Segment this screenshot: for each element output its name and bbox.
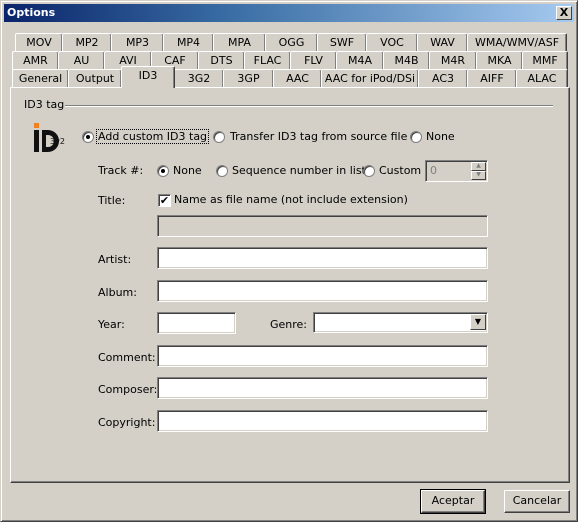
label-track-custom[interactable]: Custom: [379, 164, 421, 177]
tab-mp2[interactable]: MP2: [62, 33, 112, 52]
label-album: Album:: [98, 286, 137, 299]
tab-3gp[interactable]: 3GP: [223, 69, 274, 88]
tab-swf[interactable]: SWF: [317, 33, 367, 52]
label-title: Title:: [98, 194, 126, 207]
arrow-down-icon: ▼: [476, 171, 481, 178]
radio-mode-none[interactable]: [410, 131, 422, 143]
close-icon: X: [559, 6, 569, 19]
svg-text:3v2: 3v2: [50, 137, 65, 146]
tab-wav[interactable]: WAV: [417, 33, 468, 52]
stepper-up-button[interactable]: ▲: [471, 162, 486, 171]
chevron-down-icon: ▼: [474, 317, 482, 326]
copyright-input[interactable]: [157, 410, 488, 432]
stepper-down-button[interactable]: ▼: [471, 171, 486, 180]
tab-ac3[interactable]: AC3: [418, 69, 468, 88]
label-artist: Artist:: [98, 253, 132, 266]
label-copyright: Copyright:: [98, 416, 156, 429]
tab-m4r[interactable]: M4R: [429, 51, 477, 70]
genre-dropdown-button[interactable]: ▼: [470, 314, 486, 330]
tab-amr[interactable]: AMR: [12, 51, 59, 70]
tab-dts[interactable]: DTS: [198, 51, 245, 70]
id3v2-logo-icon: 3v2: [34, 123, 65, 152]
tab-flac[interactable]: FLAC: [244, 51, 291, 70]
label-year: Year:: [98, 318, 125, 331]
genre-select[interactable]: [313, 312, 488, 333]
track-custom-value: 0: [430, 164, 437, 177]
options-dialog: Options X MOV MP2 MP3 MP4 MPA OGG SWF VO…: [0, 0, 578, 522]
tab-output[interactable]: Output: [68, 69, 122, 88]
radio-track-none[interactable]: [157, 165, 169, 177]
tab-mka[interactable]: MKA: [476, 51, 523, 70]
tab-mmf[interactable]: MMF: [522, 51, 568, 70]
cancel-button[interactable]: Cancelar: [504, 490, 570, 513]
tab-alac[interactable]: ALAC: [516, 69, 568, 88]
radio-track-custom[interactable]: [363, 165, 375, 177]
radio-track-sequence[interactable]: [216, 165, 228, 177]
artist-input[interactable]: [157, 247, 488, 269]
accept-button[interactable]: Aceptar: [420, 489, 486, 514]
label-mode-none[interactable]: None: [426, 130, 455, 143]
label-genre: Genre:: [270, 318, 308, 331]
year-input[interactable]: [157, 312, 236, 334]
label-name-as-file[interactable]: Name as file name (not include extension…: [174, 193, 408, 206]
tab-ogg[interactable]: OGG: [265, 33, 318, 52]
tab-mp4[interactable]: MP4: [163, 33, 214, 52]
label-transfer-id3[interactable]: Transfer ID3 tag from source file: [230, 130, 407, 143]
tab-3g2[interactable]: 3G2: [174, 69, 224, 88]
tab-mov[interactable]: MOV: [15, 33, 63, 52]
group-divider: [65, 105, 553, 107]
radio-transfer-id3[interactable]: [213, 131, 225, 143]
checkmark-icon: ✔: [159, 194, 170, 207]
label-track: Track #:: [98, 164, 144, 177]
comment-input[interactable]: [157, 345, 488, 367]
title-input[interactable]: [157, 215, 488, 237]
tab-wma-wmv-asf[interactable]: WMA/WMV/ASF: [467, 33, 567, 52]
checkbox-name-as-file[interactable]: ✔: [158, 194, 171, 207]
tab-general[interactable]: General: [12, 69, 69, 88]
label-add-custom-id3[interactable]: Add custom ID3 tag: [95, 129, 210, 144]
arrow-up-icon: ▲: [476, 162, 481, 169]
label-track-none[interactable]: None: [173, 164, 202, 177]
album-input[interactable]: [157, 280, 488, 302]
label-composer: Composer:: [98, 383, 158, 396]
tab-aac-ipod-dsi[interactable]: AAC for iPod/DSi: [321, 69, 419, 88]
tab-voc[interactable]: VOC: [366, 33, 418, 52]
radio-add-custom-id3[interactable]: [82, 131, 94, 143]
composer-input[interactable]: [157, 377, 488, 399]
tab-m4b[interactable]: M4B: [383, 51, 430, 70]
tab-aac[interactable]: AAC: [273, 69, 322, 88]
tab-aiff[interactable]: AIFF: [467, 69, 517, 88]
tab-mpa[interactable]: MPA: [213, 33, 266, 52]
label-track-sequence[interactable]: Sequence number in list: [232, 164, 366, 177]
tab-au[interactable]: AU: [58, 51, 105, 70]
title-bar[interactable]: Options X: [4, 4, 574, 22]
group-label-id3-tag: ID3 tag: [24, 98, 65, 111]
tab-m4a[interactable]: M4A: [336, 51, 384, 70]
tab-mp3[interactable]: MP3: [111, 33, 164, 52]
label-comment: Comment:: [98, 351, 156, 364]
close-button[interactable]: X: [556, 6, 572, 20]
tab-id3[interactable]: ID3: [121, 66, 175, 88]
tab-flv[interactable]: FLV: [290, 51, 337, 70]
window-title: Options: [7, 6, 56, 19]
